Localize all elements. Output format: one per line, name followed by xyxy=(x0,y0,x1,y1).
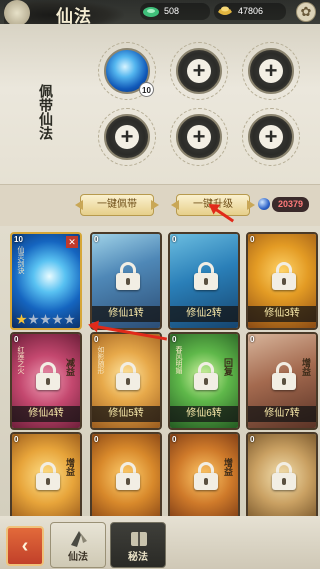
add-spell-icon: + xyxy=(115,125,139,149)
equip-panel-label: 佩带仙法 xyxy=(37,84,53,140)
lock-icon xyxy=(194,262,218,290)
blue-gem-icon xyxy=(258,198,270,210)
lock-icon xyxy=(272,262,296,290)
back-button[interactable]: ‹ xyxy=(6,526,44,566)
tab-secret-arts[interactable]: 秘法 xyxy=(110,522,166,568)
action-row: 一键佩带 一键升级 20379 xyxy=(0,184,320,226)
add-spell-icon: + xyxy=(259,125,283,149)
sword-badge-icon: ✕ xyxy=(66,236,78,248)
star-icon xyxy=(64,314,75,325)
lock-icon xyxy=(36,462,60,490)
jade-icon xyxy=(143,7,159,17)
spell-slot-2[interactable]: + xyxy=(170,42,228,100)
add-spell-icon: + xyxy=(259,59,283,83)
spell-card[interactable]: 0 如影随形 修仙5转 xyxy=(90,332,162,430)
spell-card[interactable]: 10 仙灵剑诀 ✕ xyxy=(10,232,82,330)
gold-resource: 47806 xyxy=(214,3,286,20)
add-spell-icon: + xyxy=(187,59,211,83)
gold-count: 47806 xyxy=(238,6,264,16)
tab-spells[interactable]: 仙法 xyxy=(50,522,106,568)
lock-icon xyxy=(36,362,60,390)
slot-level-badge: 10 xyxy=(139,82,154,97)
add-spell-icon: + xyxy=(187,125,211,149)
settings-gear-icon[interactable]: ✿ xyxy=(296,2,316,22)
star-icon xyxy=(28,314,39,325)
lock-icon xyxy=(272,462,296,490)
lock-icon xyxy=(194,462,218,490)
equipped-spells-panel: 佩带仙法 10 + + + + + xyxy=(0,24,320,184)
equip-all-button[interactable]: 一键佩带 xyxy=(80,194,154,216)
lock-icon xyxy=(116,462,140,490)
star-icon xyxy=(52,314,63,325)
gold-ingot-icon xyxy=(218,6,232,15)
spell-card[interactable]: 0 春风明媚 回复 修仙6转 xyxy=(168,332,240,430)
spell-slot-6[interactable]: + xyxy=(242,108,300,166)
lock-icon xyxy=(194,362,218,390)
spell-slot-1[interactable]: 10 xyxy=(98,42,156,100)
spell-slot-3[interactable]: + xyxy=(242,42,300,100)
spell-slot-4[interactable]: + xyxy=(98,108,156,166)
jade-count: 508 xyxy=(164,6,180,16)
star-icon xyxy=(16,314,27,325)
spell-slot-5[interactable]: + xyxy=(170,108,228,166)
spell-card[interactable]: 0 增益 修仙7转 xyxy=(246,332,318,430)
lock-icon xyxy=(116,262,140,290)
bottom-bar: ‹ 仙法 秘法 xyxy=(0,516,320,569)
spell-card[interactable]: 0 红莲之火 减益 修仙4转 xyxy=(10,332,82,430)
spell-card[interactable]: 0 修仙3转 xyxy=(246,232,318,330)
star-rating xyxy=(16,312,80,325)
spell-grid: 10 仙灵剑诀 ✕ 0 修仙1转 0 修仙2转 0 修仙3转 0 红莲之火 减益… xyxy=(0,226,320,530)
star-icon xyxy=(40,314,51,325)
spell-card[interactable]: 0 修仙2转 xyxy=(168,232,240,330)
lock-icon xyxy=(272,362,296,390)
gem-count: 20379 xyxy=(272,197,310,212)
ink-logo-icon xyxy=(4,0,30,26)
jade-resource: 508 xyxy=(140,3,210,20)
spell-card[interactable]: 0 修仙1转 xyxy=(90,232,162,330)
lock-icon xyxy=(116,362,140,390)
